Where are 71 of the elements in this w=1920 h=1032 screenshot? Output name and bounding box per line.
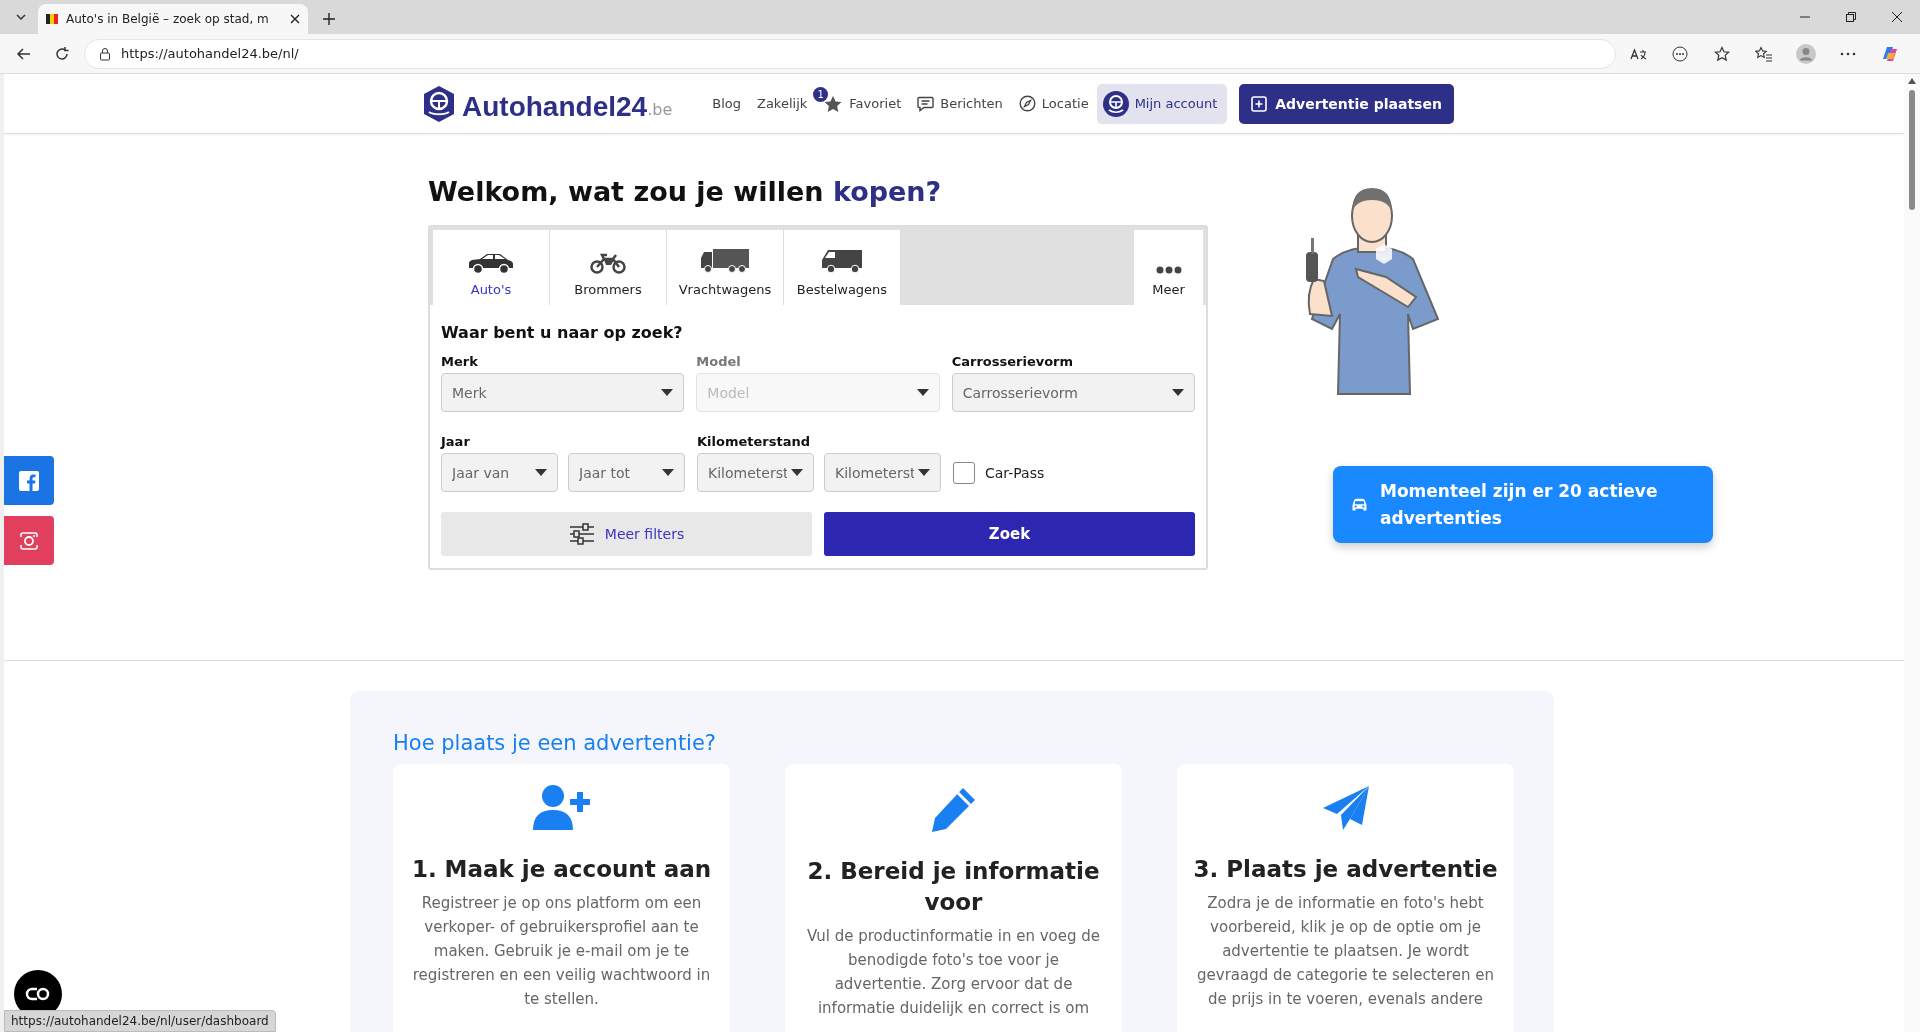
- nav-link[interactable]: Zakelijk: [757, 96, 808, 111]
- count-badge: 1: [813, 86, 829, 102]
- select-dropdown[interactable]: Jaar tot: [568, 453, 685, 492]
- url-text: https://autohandel24.be/nl/: [121, 46, 299, 61]
- browser-tab[interactable]: Auto's in België – zoek op stad, m: [38, 4, 308, 34]
- nav-link[interactable]: Locatie: [1018, 95, 1089, 112]
- compass-icon: [1018, 95, 1036, 112]
- tab-title: Auto's in België – zoek op stad, m: [66, 12, 270, 26]
- caret-icon: [535, 469, 547, 476]
- car-icon: [467, 252, 515, 274]
- facebook-icon: [19, 470, 39, 491]
- scroll-up-icon[interactable]: [1908, 78, 1916, 84]
- caret-icon: [791, 469, 803, 476]
- step-title: 3. Plaats je advertentie: [1193, 855, 1498, 884]
- category-tab[interactable]: Bestelwagens: [784, 230, 901, 305]
- toggle-icon: [25, 987, 51, 1001]
- select-dropdown[interactable]: Merk: [441, 373, 685, 412]
- select-dropdown[interactable]: Carrosserievorm: [951, 373, 1195, 412]
- close-tab-icon[interactable]: [290, 14, 300, 24]
- user-plus-icon: [530, 784, 593, 832]
- sliders-icon: [568, 523, 595, 545]
- motorcycle-icon: [590, 252, 626, 274]
- step-text: Vul de productinformatie in en voeg de benodigde foto's toe voor je advertentie. Zorg ervoor dat de informatie duidelijk en correct is om: [805, 926, 1102, 1019]
- site-logo[interactable]: Autohandel24.be: [422, 84, 673, 123]
- instagram-button[interactable]: [4, 516, 54, 565]
- banner-text: Momenteel zijn er 20 actieve advertenties: [1380, 479, 1659, 530]
- tab-list-icon[interactable]: [15, 11, 27, 23]
- instagram-icon: [20, 531, 38, 550]
- form-title: Waar bent u naar op zoek?: [441, 323, 684, 342]
- place-ad-button[interactable]: Advertentie plaatsen: [1239, 83, 1454, 124]
- nav-link[interactable]: Berichten: [917, 95, 1003, 112]
- status-url-tooltip: https://autohandel24.be/nl/user/dashboard: [4, 1010, 276, 1032]
- category-tab[interactable]: Auto's: [433, 230, 550, 305]
- chat-icon: [917, 95, 935, 112]
- step-title: 1. Maak je account aan: [411, 855, 712, 884]
- category-tab[interactable]: Brommers: [550, 230, 667, 305]
- truck-icon: [700, 248, 750, 274]
- field-label: Kilometerstand: [697, 434, 811, 449]
- address-bar[interactable]: https://autohandel24.be/nl/: [84, 38, 1616, 69]
- field-label: Model: [696, 354, 742, 369]
- plus-square-icon: [1251, 95, 1268, 112]
- field-label: Merk: [441, 354, 479, 369]
- more-icon: [1155, 266, 1182, 274]
- caret-icon: [918, 469, 930, 476]
- more-filters-button[interactable]: Meer filters: [441, 512, 812, 556]
- caret-icon: [916, 389, 929, 396]
- scrollbar[interactable]: [1904, 74, 1920, 1032]
- category-tab[interactable]: Vrachtwagens: [667, 230, 784, 305]
- favicon-icon: [46, 14, 58, 24]
- new-tab-icon[interactable]: [322, 12, 336, 26]
- field-label: Jaar: [441, 434, 471, 449]
- field-label: Carrosserievorm: [951, 354, 1075, 369]
- checkbox-label: Car-Pass: [985, 464, 1045, 481]
- van-icon: [820, 248, 864, 274]
- hero-heading: Welkom, wat zou je willen kopen?: [428, 176, 943, 207]
- facebook-button[interactable]: [4, 456, 54, 505]
- step-text: Registreer je op ons platform om een verkoper- of gebruikersprofiel aan te maken. Gebruik je e-mail om je te registreren en een veilig wachtwoord in te stellen.: [411, 893, 712, 1010]
- section-title: Hoe plaats je een advertentie?: [393, 731, 718, 755]
- step-title: 2. Bereid je informatie voor: [806, 857, 1101, 917]
- more-tab[interactable]: Meer: [1133, 230, 1203, 305]
- account-button[interactable]: Mijn account: [1096, 83, 1228, 124]
- caret-icon: [662, 469, 674, 476]
- logo-avatar-icon: [1102, 90, 1129, 117]
- step-text: Zodra je de informatie en foto's hebt voorbereid, klik je op de optie om je advertentie te plaatsen. Je wordt gevraagd de categorie te selecteren en de prijs in te voeren, evenals andere: [1196, 893, 1495, 1010]
- caret-icon: [1172, 389, 1184, 396]
- caret-icon: [661, 389, 674, 396]
- checkbox[interactable]: [953, 461, 975, 484]
- lock-icon: [99, 46, 111, 61]
- select-dropdown[interactable]: Jaar van: [441, 453, 558, 492]
- search-button[interactable]: Zoek: [824, 512, 1195, 556]
- nav-link[interactable]: Blog: [712, 96, 741, 111]
